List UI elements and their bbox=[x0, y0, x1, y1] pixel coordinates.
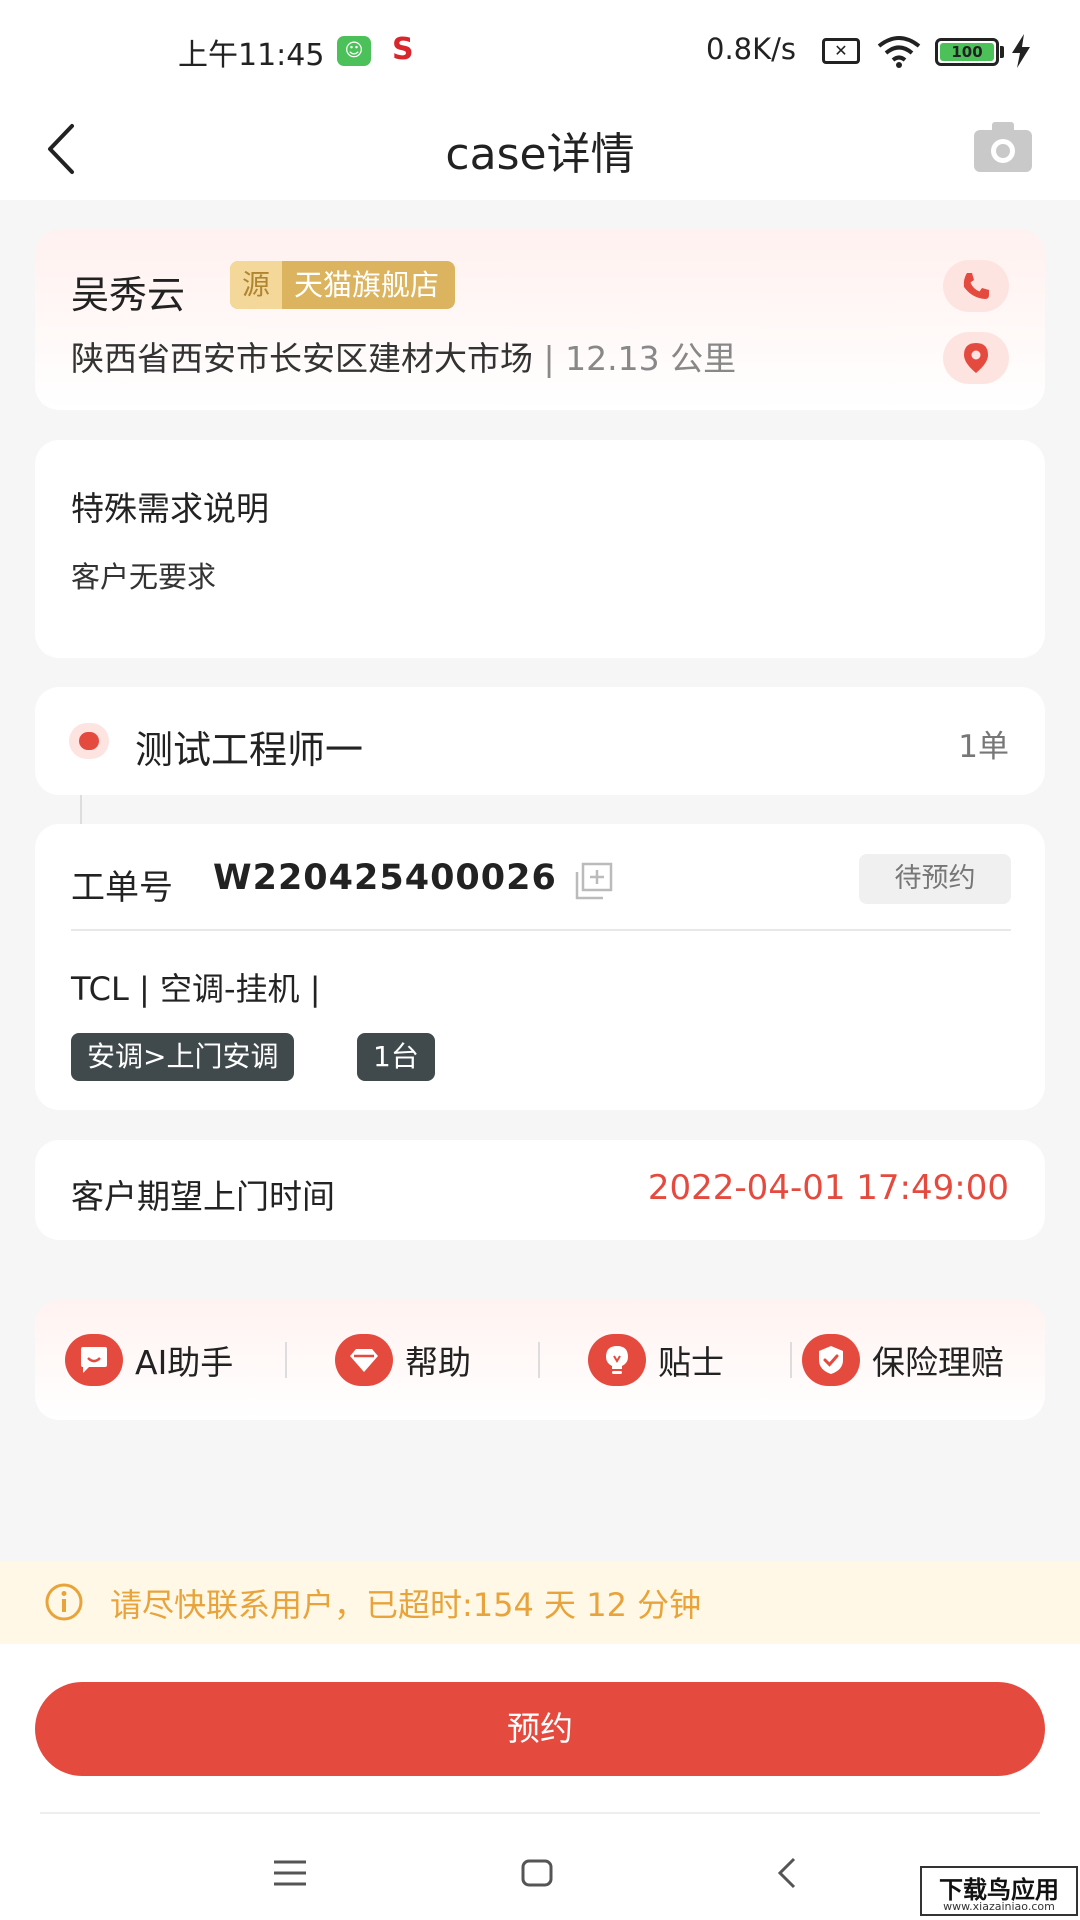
bottom-action-area: 预约 bbox=[0, 1644, 1080, 1920]
tool-separator bbox=[538, 1342, 540, 1378]
tool-label: 贴士 bbox=[658, 1343, 724, 1382]
engineer-order-count: 1单 bbox=[958, 729, 1009, 765]
page-title: case详情 bbox=[445, 129, 635, 180]
home-square-icon[interactable] bbox=[520, 1856, 554, 1890]
charging-bolt-icon bbox=[1012, 34, 1030, 68]
info-icon bbox=[45, 1583, 83, 1621]
location-pin-icon bbox=[964, 343, 988, 373]
product-info: TCL | 空调-挂机 | bbox=[71, 970, 321, 1008]
status-bar: 上午11:45 ☺ S 0.8K/s ✕ 100 bbox=[0, 0, 1080, 100]
engineer-dot-icon bbox=[69, 723, 109, 759]
bottom-divider bbox=[40, 1812, 1040, 1814]
battery-level: 100 bbox=[940, 43, 994, 61]
special-requirement-card: 特殊需求说明 客户无要求 bbox=[35, 440, 1045, 658]
wifi-icon bbox=[877, 36, 921, 68]
title-bar: case详情 bbox=[0, 100, 1080, 200]
app-notification-icon: ☺ bbox=[337, 36, 371, 66]
ai-assistant-icon bbox=[65, 1334, 123, 1386]
order-divider bbox=[71, 929, 1011, 931]
source-tag: 源 天猫旗舰店 bbox=[230, 261, 456, 309]
service-type-chip: 安调>上门安调 bbox=[71, 1033, 295, 1081]
order-number-label: 工单号 bbox=[71, 868, 173, 908]
special-requirement-title: 特殊需求说明 bbox=[71, 489, 269, 528]
call-button[interactable] bbox=[943, 260, 1009, 312]
source-tag-name: 天猫旗舰店 bbox=[294, 268, 440, 302]
tool-label: 帮助 bbox=[405, 1343, 471, 1382]
tool-ai-assistant[interactable]: AI助手 bbox=[65, 1330, 233, 1390]
book-appointment-button[interactable]: 预约 bbox=[35, 1682, 1045, 1776]
battery-icon: 100 bbox=[935, 38, 999, 66]
customer-address-line: 陕西省西安市长安区建材大市场 | 12.13 公里 bbox=[71, 332, 736, 380]
status-time: 上午11:45 bbox=[178, 38, 325, 73]
battery-tip bbox=[1000, 46, 1004, 58]
tool-separator bbox=[790, 1342, 792, 1378]
timeout-warning-text: 请尽快联系用户，已超时:154 天 12 分钟 bbox=[110, 1586, 702, 1624]
order-status-badge: 待预约 bbox=[859, 854, 1011, 904]
menu-icon[interactable] bbox=[270, 1856, 310, 1890]
customer-distance: 12.13 公里 bbox=[565, 339, 737, 378]
timeout-warning-bar: 请尽快联系用户，已超时:154 天 12 分钟 bbox=[0, 1562, 1080, 1644]
engineer-dot-inner bbox=[79, 732, 99, 750]
insurance-shield-icon bbox=[802, 1334, 860, 1386]
sim-x-icon: ✕ bbox=[822, 38, 860, 64]
camera-icon[interactable] bbox=[972, 116, 1034, 178]
navigate-button[interactable] bbox=[943, 332, 1009, 384]
tool-tips[interactable]: 贴士 bbox=[588, 1330, 724, 1390]
phone-icon bbox=[963, 273, 989, 299]
customer-card: 吴秀云 源 天猫旗舰店 陕西省西安市长安区建材大市场 | 12.13 公里 bbox=[35, 230, 1045, 410]
timeline-connector bbox=[80, 795, 82, 825]
expected-time-value: 2022-04-01 17:49:00 bbox=[647, 1168, 1009, 1208]
watermark-logo: 下载鸟应用 www.xiazainiao.com bbox=[920, 1866, 1078, 1916]
quantity-chip: 1台 bbox=[357, 1033, 435, 1081]
engineer-card: 测试工程师一 1单 bbox=[35, 687, 1045, 795]
order-number: W220425400026 bbox=[213, 858, 557, 898]
help-gem-icon bbox=[335, 1334, 393, 1386]
order-card[interactable]: 工单号 W220425400026 待预约 TCL | 空调-挂机 | 安调>上… bbox=[35, 824, 1045, 1110]
address-separator: | bbox=[543, 339, 566, 378]
tool-label: 保险理赔 bbox=[872, 1343, 1004, 1382]
app-notification-s-icon: S bbox=[392, 32, 414, 67]
customer-address: 陕西省西安市长安区建材大市场 bbox=[71, 339, 533, 378]
special-requirement-text: 客户无要求 bbox=[71, 560, 217, 594]
watermark-url-text: www.xiazainiao.com bbox=[943, 1900, 1055, 1913]
quick-tools-card: AI助手 帮助 贴士 保险理赔 bbox=[35, 1300, 1045, 1420]
expected-time-card: 客户期望上门时间 2022-04-01 17:49:00 bbox=[35, 1140, 1045, 1240]
customer-name: 吴秀云 bbox=[71, 273, 186, 317]
engineer-name: 测试工程师一 bbox=[135, 728, 364, 772]
copy-icon[interactable] bbox=[573, 862, 613, 900]
tool-separator bbox=[285, 1342, 287, 1378]
tips-bulb-icon bbox=[588, 1334, 646, 1386]
tool-label: AI助手 bbox=[135, 1343, 234, 1382]
source-tag-prefix: 源 bbox=[230, 261, 283, 309]
tool-help[interactable]: 帮助 bbox=[335, 1330, 471, 1390]
nav-back-icon[interactable] bbox=[774, 1854, 800, 1892]
expected-time-label: 客户期望上门时间 bbox=[71, 1177, 335, 1216]
network-speed: 0.8K/s bbox=[706, 32, 797, 66]
tool-insurance[interactable]: 保险理赔 bbox=[802, 1330, 1004, 1390]
